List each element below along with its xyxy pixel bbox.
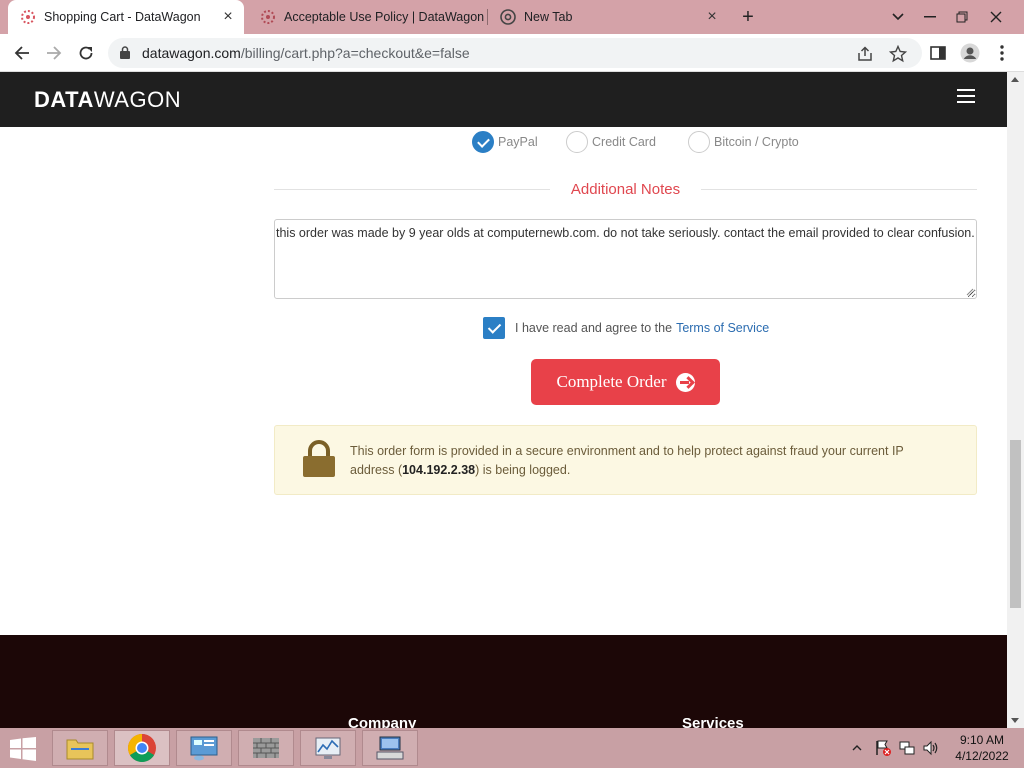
volume-icon[interactable] (922, 739, 940, 757)
tab-title: New Tab (524, 10, 573, 24)
url-text[interactable]: datawagon.com/billing/cart.php?a=checkou… (142, 45, 470, 61)
performance-monitor-taskbar-button[interactable] (300, 730, 356, 766)
payment-option-paypal[interactable]: PayPal (472, 131, 538, 153)
hamburger-menu-icon[interactable] (957, 89, 975, 103)
file-explorer-taskbar-button[interactable] (52, 730, 108, 766)
side-panel-icon[interactable] (929, 44, 947, 62)
chart-monitor-icon (315, 737, 341, 759)
scrollbar-thumb[interactable] (1010, 440, 1021, 608)
close-tab-icon[interactable]: × (220, 9, 236, 25)
arrow-circle-right-icon (675, 372, 695, 392)
clock-date: 4/12/2022 (955, 749, 1009, 763)
site-header: DATAWAGON (0, 72, 1007, 127)
folder-icon (66, 739, 94, 760)
profile-avatar-icon[interactable] (960, 43, 980, 63)
forward-arrow-icon[interactable] (43, 42, 65, 64)
tab-title: Shopping Cart - DataWagon (44, 10, 201, 24)
minimize-icon[interactable] (914, 0, 946, 34)
control-panel-taskbar-button[interactable] (176, 730, 232, 766)
address-bar[interactable]: datawagon.com/billing/cart.php?a=checkou… (108, 38, 922, 68)
radio-unchecked-icon[interactable] (688, 131, 710, 153)
logo-light-part: WAGON (93, 87, 182, 112)
resize-grip-icon[interactable] (966, 288, 974, 296)
taskbar-clock[interactable]: 9:10 AM 4/12/2022 (948, 732, 1016, 764)
url-path: /billing/cart.php?a=checkout&e=false (240, 45, 470, 61)
terms-of-service-link[interactable]: Terms of Service (676, 321, 769, 335)
back-arrow-icon[interactable] (11, 42, 33, 64)
radio-checked-icon[interactable] (472, 131, 494, 153)
remote-desktop-taskbar-button[interactable] (362, 730, 418, 766)
scroll-down-arrow-icon[interactable] (1011, 718, 1019, 723)
scroll-up-arrow-icon[interactable] (1011, 77, 1019, 82)
datawagon-favicon-icon (21, 10, 35, 24)
checkout-content: PayPal Credit Card Bitcoin / Crypto Addi… (0, 127, 1007, 635)
close-tab-icon[interactable]: × (704, 9, 720, 25)
browser-toolbar: datawagon.com/billing/cart.php?a=checkou… (0, 34, 1024, 72)
firewall-taskbar-button[interactable] (238, 730, 294, 766)
browser-tab-strip: Shopping Cart - DataWagon × Acceptable U… (0, 0, 1024, 34)
notes-text: this order was made by 9 year olds at co… (276, 226, 975, 240)
windows-start-icon[interactable] (10, 737, 36, 761)
page-scrollbar[interactable] (1007, 72, 1024, 728)
complete-order-button[interactable]: Complete Order (531, 359, 720, 405)
url-host: datawagon.com (142, 45, 241, 61)
tab-acceptable-use-policy[interactable]: Acceptable Use Policy | DataWagon (248, 0, 486, 34)
padlock-icon[interactable] (120, 46, 130, 59)
ip-address: 104.192.2.38 (402, 463, 476, 477)
additional-notes-textarea[interactable]: this order was made by 9 year olds at co… (274, 219, 977, 299)
payment-option-label: Bitcoin / Crypto (714, 135, 799, 149)
payment-option-bitcoin-crypto[interactable]: Bitcoin / Crypto (688, 131, 799, 153)
new-tab-plus-icon[interactable]: + (738, 7, 758, 27)
site-footer: Company Services (0, 635, 1007, 732)
tab-title: Acceptable Use Policy | DataWagon (284, 10, 485, 24)
tab-search-chevron-icon[interactable] (882, 0, 914, 34)
kebab-menu-icon[interactable] (994, 44, 1010, 62)
logo-bold-part: DATA (34, 87, 94, 112)
share-icon[interactable] (856, 45, 874, 63)
keyboard-monitor-icon (376, 736, 404, 760)
network-icon[interactable] (898, 739, 916, 757)
control-panel-icon (190, 736, 218, 761)
additional-notes-heading: Additional Notes (570, 181, 681, 198)
payment-option-label: Credit Card (592, 135, 656, 149)
chrome-icon (128, 734, 156, 762)
secure-notice-after: ) is being logged. (475, 463, 571, 477)
payment-option-credit-card[interactable]: Credit Card (566, 131, 656, 153)
datawagon-logo[interactable]: DATAWAGON (34, 87, 181, 113)
clock-time: 9:10 AM (959, 733, 1005, 747)
chrome-taskbar-button[interactable] (114, 730, 170, 766)
secure-notice-text: This order form is provided in a secure … (350, 442, 950, 480)
tab-shopping-cart[interactable]: Shopping Cart - DataWagon × (8, 0, 244, 34)
tos-checkbox[interactable] (483, 317, 505, 339)
terms-agreement: I have read and agree to the Terms of Se… (483, 317, 769, 339)
tos-text: I have read and agree to the (515, 321, 673, 335)
reload-icon[interactable] (75, 42, 97, 64)
chrome-icon (500, 9, 516, 25)
tab-new-tab[interactable]: New Tab × (488, 0, 728, 34)
payment-option-label: PayPal (498, 135, 538, 149)
system-tray (852, 728, 940, 768)
secure-environment-notice: This order form is provided in a secure … (274, 425, 977, 495)
bookmark-star-icon[interactable] (889, 45, 907, 63)
restore-icon[interactable] (946, 0, 978, 34)
datawagon-favicon-icon (261, 10, 275, 24)
show-hidden-icons-chevron-icon[interactable] (852, 744, 862, 752)
brick-wall-icon (253, 738, 279, 758)
lock-icon (303, 440, 335, 477)
complete-order-label: Complete Order (556, 372, 667, 391)
close-window-icon[interactable] (980, 0, 1012, 34)
action-center-flag-icon[interactable] (874, 739, 892, 757)
additional-notes-header: Additional Notes (274, 179, 977, 201)
windows-taskbar: 9:10 AM 4/12/2022 (0, 728, 1024, 768)
radio-unchecked-icon[interactable] (566, 131, 588, 153)
